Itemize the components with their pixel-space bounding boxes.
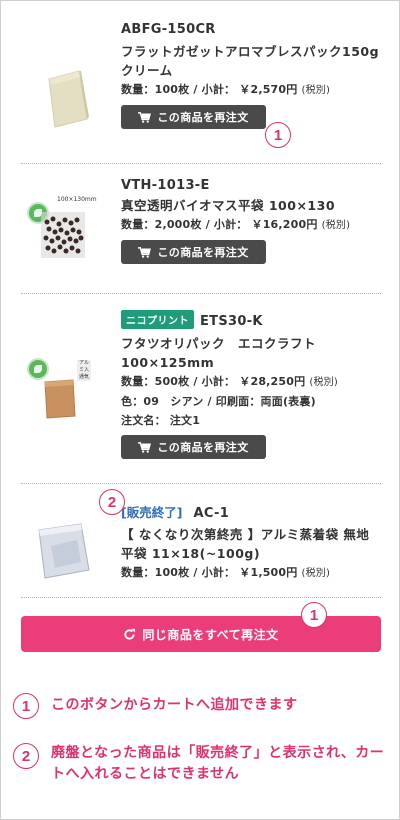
product-image xyxy=(21,31,111,131)
product-image xyxy=(21,496,111,596)
annotation-marker: 2 xyxy=(99,489,125,515)
product-code: VTH-1013-E xyxy=(121,178,210,193)
note-number: 2 xyxy=(13,743,39,769)
product-name: フタツオリパック エコクラフト 100×125mm xyxy=(121,336,317,370)
order-history-panel: ABFG-150CR フラットガゼットアロマブレスパック150g クリーム 数量… xyxy=(0,0,400,820)
cart-icon xyxy=(138,441,152,453)
quantity-subtotal: 数量：500枚 / 小計： ￥28,250円 (税別) xyxy=(121,375,338,388)
reorder-item-button[interactable]: この商品を再注文 xyxy=(121,240,266,264)
order-item: アルミ入 通気 ニコプリント ETS30-K フタツオリパック エコクラフト 10… xyxy=(21,294,381,484)
print-service-tag: ニコプリント xyxy=(121,310,194,329)
note-number: 1 xyxy=(13,693,39,719)
order-item: 100×130mm VTH-1013-E 真空透明バイオマス平袋 100×130… xyxy=(21,164,381,294)
note-text: 廃盤となった商品は「販売終了」と表示され、カートへ入れることはできません xyxy=(51,745,385,782)
annotation-marker: 1 xyxy=(301,602,327,628)
note-2: 2 廃盤となった商品は「販売終了」と表示され、カートへ入れることはできません xyxy=(13,743,389,785)
quantity-subtotal: 数量：2,000枚 / 小計： ￥16,200円 (税別) xyxy=(121,218,351,231)
quantity-subtotal: 数量：100枚 / 小計： ￥2,570円 (税別) xyxy=(121,83,331,96)
order-item: [販売終了] AC-1 【 なくなり次第終売 】アルミ蒸着袋 無地平袋 11×1… xyxy=(21,484,381,598)
cart-icon xyxy=(138,111,152,123)
product-code: ETS30-K xyxy=(200,314,263,329)
reorder-all-button[interactable]: 同じ商品をすべて再注文 xyxy=(21,616,381,652)
product-code: AC-1 xyxy=(193,506,230,521)
print-options: 色：09 シアン / 印刷面：両面(表裏) xyxy=(121,395,316,408)
reorder-item-button[interactable]: この商品を再注文 xyxy=(121,105,266,129)
quantity-subtotal: 数量：100枚 / 小計： ￥1,500円 (税別) xyxy=(121,566,331,579)
order-name: 注文名： 注文1 xyxy=(121,414,201,427)
order-item: ABFG-150CR フラットガゼットアロマブレスパック150g クリーム 数量… xyxy=(21,21,381,164)
product-name: フラットガゼットアロマブレスパック150g クリーム xyxy=(121,44,380,78)
refresh-icon xyxy=(124,628,136,640)
discontinued-label: [販売終了] xyxy=(121,505,183,520)
product-name: 真空透明バイオマス平袋 100×130 xyxy=(121,198,336,213)
cart-icon xyxy=(138,246,152,258)
note-1: 1 このボタンからカートへ追加できます xyxy=(13,693,389,719)
annotation-marker: 1 xyxy=(265,122,291,148)
product-name: 【 なくなり次第終売 】アルミ蒸着袋 無地平袋 11×18(~100g) xyxy=(121,527,370,561)
product-image: アルミ入 通気 xyxy=(21,344,111,444)
product-image: 100×130mm xyxy=(21,174,111,274)
product-code: ABFG-150CR xyxy=(121,22,216,37)
note-text: このボタンからカートへ追加できます xyxy=(51,697,298,713)
reorder-item-button[interactable]: この商品を再注文 xyxy=(121,435,266,459)
